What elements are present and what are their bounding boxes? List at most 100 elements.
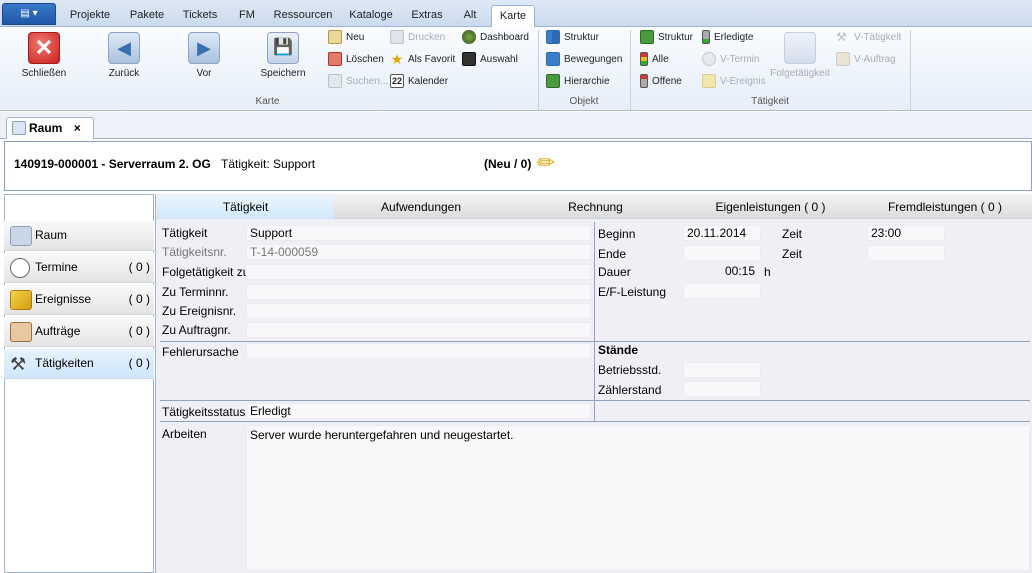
ribbon-tab-alt[interactable]: Alt (452, 5, 488, 27)
lightning-icon (10, 290, 32, 310)
auswahl-button[interactable]: Auswahl (462, 52, 518, 70)
taetigkeit-struktur-button[interactable]: Struktur (640, 30, 693, 48)
sidebar-item-raum[interactable]: Raum (4, 221, 154, 251)
taetigkeitsnr-label: Tätigkeitsnr. (162, 245, 227, 259)
folgetaetigkeit-button[interactable]: Folgetätigkeit (770, 32, 830, 79)
ribbon-tab-fm[interactable]: FM (230, 5, 264, 27)
taetigkeitsstatus-label: Tätigkeitsstatus (162, 405, 246, 419)
doc-tab-raum[interactable]: Raum × (6, 117, 94, 139)
hierarchie-button[interactable]: Hierarchie (546, 74, 610, 92)
tab-taetigkeit[interactable]: Tätigkeit (158, 196, 333, 219)
taetigkeit-label: Tätigkeit (162, 226, 208, 240)
folgetaetigkeit-field[interactable] (246, 264, 591, 280)
pointing-hand-icon (836, 52, 850, 67)
tab-fremdleistungen[interactable]: Fremdleistungen ( 0 ) (858, 196, 1032, 219)
ende-date-field[interactable] (683, 245, 761, 261)
pencil-edit-icon[interactable]: ✏ (537, 150, 555, 176)
ribbon-tab-tickets[interactable]: Tickets (174, 5, 226, 27)
sidebar-item-taetigkeiten[interactable]: ⚒ Tätigkeiten ( 0 ) (4, 349, 154, 379)
zu-auftragnr-field[interactable] (246, 322, 591, 338)
suchen-button[interactable]: Suchen... (328, 74, 388, 92)
sidebar-item-count: ( 0 ) (128, 324, 150, 338)
ribbon-tab-projekte[interactable]: Projekte (60, 5, 120, 27)
status-badge: (Neu / 0) (484, 157, 532, 171)
kalender-button[interactable]: 22 Kalender (390, 74, 448, 92)
sidebar-item-ereignisse[interactable]: Ereignisse ( 0 ) (4, 285, 154, 315)
folgetaetigkeit-label: Folgetätigkeit zu (162, 265, 246, 279)
bewegungen-label: Bewegungen (564, 54, 623, 65)
taetigkeitsstatus-field[interactable]: Erledigt (246, 403, 591, 419)
ribbon-tab-karte[interactable]: Karte (491, 5, 535, 28)
new-folder-icon (328, 30, 342, 45)
column-divider (594, 222, 595, 421)
sidebar-item-auftraege[interactable]: Aufträge ( 0 ) (4, 317, 154, 347)
traffic-light-red-icon (640, 74, 648, 89)
arbeiten-textarea[interactable]: Server wurde heruntergefahren und neuges… (246, 425, 1030, 571)
betriebsstd-label: Betriebsstd. (598, 363, 662, 377)
objekt-group-label: Objekt (569, 96, 599, 107)
zu-terminnr-label: Zu Terminnr. (162, 285, 229, 299)
calendar-icon: 22 (390, 74, 404, 89)
dauer-unit: h (764, 265, 771, 279)
taetigkeit-struktur-label: Struktur (658, 32, 694, 43)
movements-icon (546, 52, 560, 67)
dashboard-button[interactable]: Dashboard (462, 30, 529, 48)
binoculars-icon (462, 52, 476, 67)
traffic-light-icon (640, 52, 648, 67)
karte-group-label: Karte (255, 96, 280, 107)
document-tab-strip (0, 112, 1032, 139)
sidebar-item-label: Termine (35, 260, 78, 274)
zurueck-button[interactable]: ◀ Zurück (100, 32, 148, 79)
divider (160, 341, 1030, 342)
dauer-field[interactable]: 00:15 (683, 264, 761, 278)
tab-rechnung[interactable]: Rechnung (508, 196, 683, 219)
fehlerursache-field[interactable] (246, 343, 591, 359)
drucken-button[interactable]: Drucken (390, 30, 445, 48)
v-auftrag-button[interactable]: V-Auftrag (836, 52, 896, 70)
taetigkeitsnr-field: T-14-000059 (246, 244, 591, 260)
alle-button[interactable]: Alle (640, 52, 669, 70)
tab-aufwendungen[interactable]: Aufwendungen (334, 196, 508, 219)
zeit-label: Zeit (782, 247, 803, 261)
schliessen-label: Schließen (21, 68, 67, 79)
zu-terminnr-field[interactable] (246, 284, 591, 300)
zaehlerstand-label: Zählerstand (598, 383, 662, 397)
traffic-light-green-icon (702, 30, 710, 45)
als-favorit-button[interactable]: ★ Als Favorit (390, 52, 456, 70)
zaehlerstand-field[interactable] (683, 381, 761, 397)
ribbon-tab-pakete[interactable]: Pakete (122, 5, 172, 27)
zeit-label: Zeit (782, 227, 803, 241)
ribbon-tab-ressourcen[interactable]: Ressourcen (268, 5, 338, 27)
tab-eigenleistungen[interactable]: Eigenleistungen ( 0 ) (683, 196, 858, 219)
vor-button[interactable]: ▶ Vor (180, 32, 228, 79)
taetigkeit-field[interactable]: Support (246, 225, 591, 241)
speichern-button[interactable]: 💾 Speichern (258, 32, 308, 79)
sidebar-item-termine[interactable]: Termine ( 0 ) (4, 253, 154, 283)
loeschen-button[interactable]: Löschen (328, 52, 384, 70)
ribbon-tab-kataloge[interactable]: Kataloge (342, 5, 400, 27)
sidebar-item-count: ( 0 ) (128, 356, 150, 370)
offene-label: Offene (652, 76, 682, 87)
app-menu-button[interactable]: ▤ ▾ (2, 3, 56, 25)
drucken-label: Drucken (408, 32, 446, 43)
bewegungen-button[interactable]: Bewegungen (546, 52, 622, 70)
ribbon-tab-extras[interactable]: Extras (404, 5, 450, 27)
zu-ereignisnr-field[interactable] (246, 303, 591, 319)
beginn-time-field[interactable]: 23:00 (867, 225, 945, 241)
offene-button[interactable]: Offene (640, 74, 682, 92)
v-termin-button[interactable]: V-Termin (702, 52, 759, 70)
v-taetigkeit-button[interactable]: ⚒ V-Tätigkeit (836, 30, 901, 48)
v-ereignis-button[interactable]: V-Ereignis (702, 74, 766, 92)
erledigte-button[interactable]: Erledigte (702, 30, 753, 48)
ende-time-field[interactable] (867, 245, 945, 261)
neu-button[interactable]: Neu (328, 30, 364, 48)
close-tab-icon[interactable]: × (74, 121, 81, 135)
vor-label: Vor (196, 68, 212, 79)
beginn-date-field[interactable]: 20.11.2014 (683, 225, 761, 241)
objekt-struktur-button[interactable]: Struktur (546, 30, 599, 48)
ef-leistung-field[interactable] (683, 283, 761, 299)
schliessen-button[interactable]: ✕ Schließen (18, 32, 70, 79)
zurueck-label: Zurück (108, 68, 140, 79)
lightning-icon (702, 74, 716, 89)
betriebsstd-field[interactable] (683, 362, 761, 378)
